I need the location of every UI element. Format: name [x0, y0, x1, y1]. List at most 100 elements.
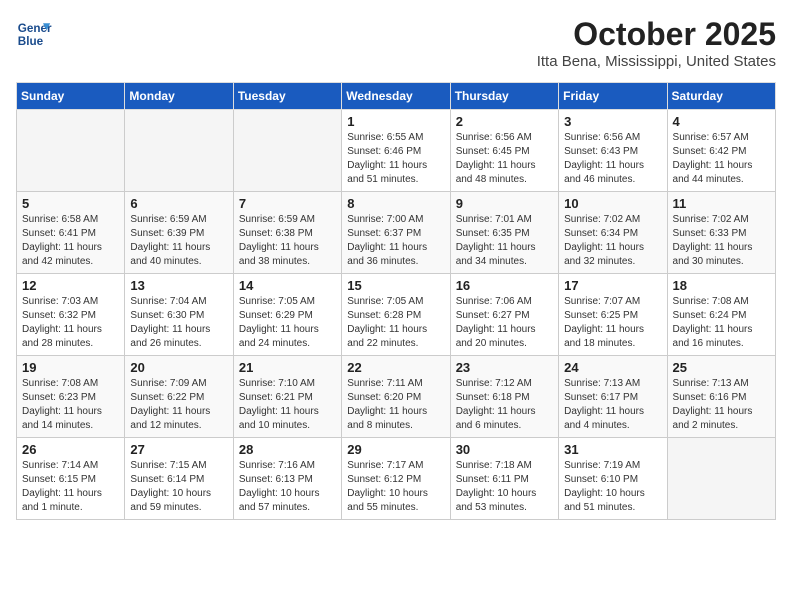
calendar-cell [17, 110, 125, 192]
day-info: Sunrise: 6:56 AMSunset: 6:43 PMDaylight:… [564, 131, 661, 187]
day-number: 10 [564, 196, 661, 211]
day-number: 30 [456, 442, 553, 457]
calendar-cell: 22 Sunrise: 7:11 AMSunset: 6:20 PMDaylig… [342, 356, 450, 438]
calendar-week-4: 19 Sunrise: 7:08 AMSunset: 6:23 PMDaylig… [17, 356, 776, 438]
calendar-cell [667, 438, 775, 520]
calendar-cell: 19 Sunrise: 7:08 AMSunset: 6:23 PMDaylig… [17, 356, 125, 438]
month-title: October 2025 [537, 16, 776, 53]
day-info: Sunrise: 7:19 AMSunset: 6:10 PMDaylight:… [564, 459, 661, 515]
day-number: 23 [456, 360, 553, 375]
day-number: 4 [673, 114, 770, 129]
header-friday: Friday [559, 83, 667, 110]
logo-icon: General Blue [16, 16, 52, 52]
calendar-week-1: 1 Sunrise: 6:55 AMSunset: 6:46 PMDayligh… [17, 110, 776, 192]
calendar-cell: 17 Sunrise: 7:07 AMSunset: 6:25 PMDaylig… [559, 274, 667, 356]
day-info: Sunrise: 7:02 AMSunset: 6:34 PMDaylight:… [564, 213, 661, 269]
day-info: Sunrise: 6:56 AMSunset: 6:45 PMDaylight:… [456, 131, 553, 187]
calendar-cell: 4 Sunrise: 6:57 AMSunset: 6:42 PMDayligh… [667, 110, 775, 192]
header-wednesday: Wednesday [342, 83, 450, 110]
calendar-cell: 24 Sunrise: 7:13 AMSunset: 6:17 PMDaylig… [559, 356, 667, 438]
calendar-week-3: 12 Sunrise: 7:03 AMSunset: 6:32 PMDaylig… [17, 274, 776, 356]
day-number: 31 [564, 442, 661, 457]
calendar-cell: 8 Sunrise: 7:00 AMSunset: 6:37 PMDayligh… [342, 192, 450, 274]
day-info: Sunrise: 7:13 AMSunset: 6:16 PMDaylight:… [673, 377, 770, 433]
calendar-cell: 29 Sunrise: 7:17 AMSunset: 6:12 PMDaylig… [342, 438, 450, 520]
day-number: 19 [22, 360, 119, 375]
day-number: 20 [130, 360, 227, 375]
calendar-cell [233, 110, 341, 192]
day-info: Sunrise: 7:18 AMSunset: 6:11 PMDaylight:… [456, 459, 553, 515]
calendar-cell: 14 Sunrise: 7:05 AMSunset: 6:29 PMDaylig… [233, 274, 341, 356]
calendar-cell: 13 Sunrise: 7:04 AMSunset: 6:30 PMDaylig… [125, 274, 233, 356]
header-tuesday: Tuesday [233, 83, 341, 110]
day-info: Sunrise: 7:05 AMSunset: 6:29 PMDaylight:… [239, 295, 336, 351]
day-number: 24 [564, 360, 661, 375]
day-number: 6 [130, 196, 227, 211]
day-info: Sunrise: 7:02 AMSunset: 6:33 PMDaylight:… [673, 213, 770, 269]
day-number: 15 [347, 278, 444, 293]
day-info: Sunrise: 7:07 AMSunset: 6:25 PMDaylight:… [564, 295, 661, 351]
day-number: 14 [239, 278, 336, 293]
calendar-cell: 11 Sunrise: 7:02 AMSunset: 6:33 PMDaylig… [667, 192, 775, 274]
calendar-cell: 30 Sunrise: 7:18 AMSunset: 6:11 PMDaylig… [450, 438, 558, 520]
calendar-cell: 16 Sunrise: 7:06 AMSunset: 6:27 PMDaylig… [450, 274, 558, 356]
day-info: Sunrise: 7:12 AMSunset: 6:18 PMDaylight:… [456, 377, 553, 433]
day-info: Sunrise: 7:08 AMSunset: 6:23 PMDaylight:… [22, 377, 119, 433]
day-info: Sunrise: 6:55 AMSunset: 6:46 PMDaylight:… [347, 131, 444, 187]
day-number: 22 [347, 360, 444, 375]
calendar-cell [125, 110, 233, 192]
day-number: 21 [239, 360, 336, 375]
calendar-cell: 12 Sunrise: 7:03 AMSunset: 6:32 PMDaylig… [17, 274, 125, 356]
calendar-cell: 18 Sunrise: 7:08 AMSunset: 6:24 PMDaylig… [667, 274, 775, 356]
calendar-cell: 20 Sunrise: 7:09 AMSunset: 6:22 PMDaylig… [125, 356, 233, 438]
calendar-cell: 10 Sunrise: 7:02 AMSunset: 6:34 PMDaylig… [559, 192, 667, 274]
calendar-week-5: 26 Sunrise: 7:14 AMSunset: 6:15 PMDaylig… [17, 438, 776, 520]
page-header: General Blue General Blue October 2025 I… [16, 16, 776, 70]
day-number: 29 [347, 442, 444, 457]
header-monday: Monday [125, 83, 233, 110]
svg-text:Blue: Blue [18, 35, 44, 48]
day-number: 11 [673, 196, 770, 211]
day-number: 28 [239, 442, 336, 457]
calendar-cell: 3 Sunrise: 6:56 AMSunset: 6:43 PMDayligh… [559, 110, 667, 192]
calendar-cell: 28 Sunrise: 7:16 AMSunset: 6:13 PMDaylig… [233, 438, 341, 520]
calendar-cell: 5 Sunrise: 6:58 AMSunset: 6:41 PMDayligh… [17, 192, 125, 274]
day-number: 1 [347, 114, 444, 129]
day-info: Sunrise: 7:10 AMSunset: 6:21 PMDaylight:… [239, 377, 336, 433]
day-number: 12 [22, 278, 119, 293]
calendar-cell: 9 Sunrise: 7:01 AMSunset: 6:35 PMDayligh… [450, 192, 558, 274]
day-info: Sunrise: 7:13 AMSunset: 6:17 PMDaylight:… [564, 377, 661, 433]
day-info: Sunrise: 7:17 AMSunset: 6:12 PMDaylight:… [347, 459, 444, 515]
calendar-table: Sunday Monday Tuesday Wednesday Thursday… [16, 82, 776, 520]
calendar-cell: 6 Sunrise: 6:59 AMSunset: 6:39 PMDayligh… [125, 192, 233, 274]
day-info: Sunrise: 7:05 AMSunset: 6:28 PMDaylight:… [347, 295, 444, 351]
header-thursday: Thursday [450, 83, 558, 110]
day-info: Sunrise: 6:59 AMSunset: 6:38 PMDaylight:… [239, 213, 336, 269]
day-info: Sunrise: 7:09 AMSunset: 6:22 PMDaylight:… [130, 377, 227, 433]
day-number: 17 [564, 278, 661, 293]
calendar-cell: 31 Sunrise: 7:19 AMSunset: 6:10 PMDaylig… [559, 438, 667, 520]
day-info: Sunrise: 7:14 AMSunset: 6:15 PMDaylight:… [22, 459, 119, 515]
day-info: Sunrise: 6:58 AMSunset: 6:41 PMDaylight:… [22, 213, 119, 269]
day-info: Sunrise: 7:08 AMSunset: 6:24 PMDaylight:… [673, 295, 770, 351]
day-info: Sunrise: 7:15 AMSunset: 6:14 PMDaylight:… [130, 459, 227, 515]
calendar-cell: 26 Sunrise: 7:14 AMSunset: 6:15 PMDaylig… [17, 438, 125, 520]
calendar-cell: 1 Sunrise: 6:55 AMSunset: 6:46 PMDayligh… [342, 110, 450, 192]
day-info: Sunrise: 7:00 AMSunset: 6:37 PMDaylight:… [347, 213, 444, 269]
day-info: Sunrise: 7:04 AMSunset: 6:30 PMDaylight:… [130, 295, 227, 351]
calendar-cell: 25 Sunrise: 7:13 AMSunset: 6:16 PMDaylig… [667, 356, 775, 438]
calendar-cell: 21 Sunrise: 7:10 AMSunset: 6:21 PMDaylig… [233, 356, 341, 438]
day-number: 7 [239, 196, 336, 211]
day-number: 25 [673, 360, 770, 375]
weekday-header-row: Sunday Monday Tuesday Wednesday Thursday… [17, 83, 776, 110]
calendar-cell: 15 Sunrise: 7:05 AMSunset: 6:28 PMDaylig… [342, 274, 450, 356]
day-info: Sunrise: 6:59 AMSunset: 6:39 PMDaylight:… [130, 213, 227, 269]
logo: General Blue General Blue [16, 16, 52, 52]
day-number: 9 [456, 196, 553, 211]
calendar-cell: 2 Sunrise: 6:56 AMSunset: 6:45 PMDayligh… [450, 110, 558, 192]
day-number: 16 [456, 278, 553, 293]
day-number: 27 [130, 442, 227, 457]
calendar-week-2: 5 Sunrise: 6:58 AMSunset: 6:41 PMDayligh… [17, 192, 776, 274]
title-area: October 2025 Itta Bena, Mississippi, Uni… [537, 16, 776, 70]
calendar-cell: 7 Sunrise: 6:59 AMSunset: 6:38 PMDayligh… [233, 192, 341, 274]
